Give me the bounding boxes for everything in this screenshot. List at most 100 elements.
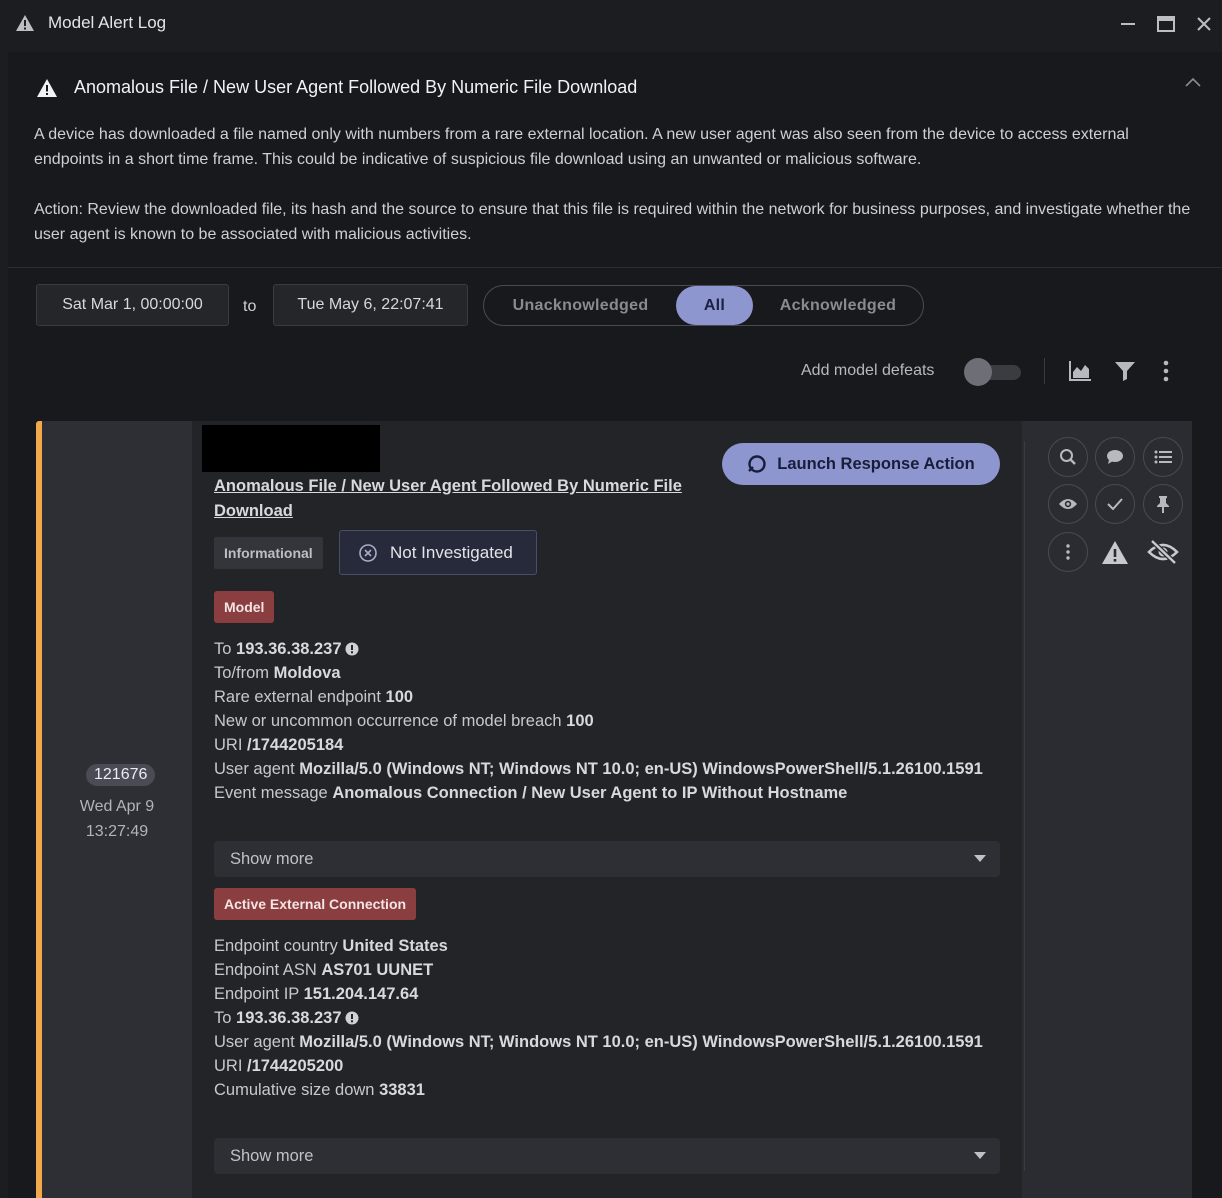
detail-row: To 193.36.38.237	[214, 637, 1004, 661]
more-vertical-icon	[1163, 360, 1169, 382]
active-external-connection-tag: Active External Connection	[214, 888, 417, 920]
alert-actions	[1022, 421, 1192, 1198]
alert-card: 121676 Wed Apr 9 13:27:49 Anomalous File…	[36, 421, 1192, 1198]
detail-value: Mozilla/5.0 (Windows NT; Windows NT 10.0…	[299, 760, 983, 778]
model-details: To 193.36.38.237 To/from Moldova Rare ex…	[214, 637, 1004, 805]
filter-icon	[1114, 361, 1136, 381]
warning-triangle-icon	[1101, 540, 1129, 565]
category-tag: Informational	[214, 537, 323, 569]
detail-label: To	[214, 1009, 237, 1027]
acknowledge-button[interactable]	[1095, 484, 1135, 524]
model-title: Anomalous File / New User Agent Followed…	[74, 77, 638, 97]
detail-value: /1744205200	[247, 1057, 344, 1075]
add-model-defeats-toggle[interactable]	[964, 358, 1021, 386]
warning-triangle-icon	[36, 78, 58, 98]
minimize-button[interactable]	[1116, 12, 1140, 36]
detail-row: New or uncommon occurrence of model brea…	[214, 709, 1004, 733]
alert-id-badge[interactable]: 121676	[86, 764, 156, 786]
alert-title-link[interactable]: Anomalous File / New User Agent Followed…	[214, 474, 714, 524]
list-icon	[1154, 450, 1172, 464]
caret-down-icon	[974, 1152, 986, 1160]
collapse-button[interactable]	[1184, 76, 1202, 88]
detail-label: Cumulative size down	[214, 1081, 380, 1099]
hide-alert-button[interactable]	[1143, 532, 1183, 572]
info-icon[interactable]	[345, 642, 359, 656]
show-more-button-2[interactable]: Show more	[214, 1138, 1000, 1174]
pin-icon	[1156, 495, 1170, 513]
detail-row: User agent Mozilla/5.0 (Windows NT; Wind…	[214, 1030, 1004, 1054]
launch-response-action-button[interactable]: Launch Response Action	[722, 443, 1000, 485]
from-date-input[interactable]: Sat Mar 1, 00:00:00	[36, 284, 229, 326]
model-tag: Model	[214, 591, 275, 623]
detail-label: New or uncommon occurrence of model brea…	[214, 712, 567, 730]
detail-value: 151.204.147.64	[303, 985, 419, 1003]
detail-row: Endpoint IP 151.204.147.64	[214, 982, 1004, 1006]
to-date-input[interactable]: Tue May 6, 22:07:41	[273, 284, 468, 326]
detail-value: 100	[566, 712, 594, 730]
search-button[interactable]	[1048, 437, 1088, 477]
window-title: Model Alert Log	[48, 13, 167, 32]
detail-row: URI /1744205184	[214, 733, 1004, 757]
response-action-icon	[747, 454, 767, 474]
detail-label: Event message	[214, 784, 333, 802]
divider	[1024, 441, 1025, 1171]
watch-button[interactable]	[1048, 484, 1088, 524]
detail-value: /1744205184	[247, 736, 344, 754]
investigation-status-label: Not Investigated	[390, 542, 513, 562]
detail-row: Cumulative size down 33831	[214, 1078, 1004, 1102]
detail-label: URI	[214, 736, 247, 754]
detail-row: User agent Mozilla/5.0 (Windows NT; Wind…	[214, 757, 1004, 781]
segment-all[interactable]: All	[676, 286, 753, 325]
maximize-button[interactable]	[1154, 12, 1178, 36]
eye-icon	[1058, 497, 1078, 511]
filter-button[interactable]	[1112, 358, 1138, 384]
close-icon	[1197, 17, 1211, 31]
segment-unacknowledged[interactable]: Unacknowledged	[484, 286, 677, 325]
toggle-knob	[964, 358, 992, 386]
show-more-button[interactable]: Show more	[214, 841, 1000, 877]
show-more-label: Show more	[230, 849, 314, 868]
more-actions-button[interactable]	[1048, 532, 1088, 572]
model-description: A device has downloaded a file named onl…	[34, 126, 1129, 168]
detail-row: To/from Moldova	[214, 661, 1004, 685]
search-icon	[1059, 448, 1077, 466]
close-button[interactable]	[1192, 12, 1216, 36]
detail-row: URI /1744205200	[214, 1054, 1004, 1078]
detail-value[interactable]: 193.36.38.237	[236, 640, 342, 658]
comment-button[interactable]	[1095, 437, 1135, 477]
more-options-button[interactable]	[1153, 358, 1179, 384]
info-icon[interactable]	[345, 1011, 359, 1025]
model-action: Action: Review the downloaded file, its …	[34, 201, 1191, 243]
detail-row: Event message Anomalous Connection / New…	[214, 781, 1004, 805]
redacted-device-name	[202, 425, 380, 472]
detail-label: Rare external endpoint	[214, 688, 386, 706]
warning-triangle-icon	[15, 14, 35, 32]
show-more-label: Show more	[230, 1146, 314, 1165]
investigation-status-button[interactable]: Not Investigated	[339, 530, 537, 575]
caret-down-icon	[974, 855, 986, 863]
chart-button[interactable]	[1067, 358, 1093, 384]
add-model-defeats-label: Add model defeats	[801, 362, 935, 379]
detail-label: URI	[214, 1057, 247, 1075]
model-alert-button[interactable]	[1095, 532, 1135, 572]
minimize-icon	[1120, 16, 1136, 32]
model-description-box: Anomalous File / New User Agent Followed…	[8, 52, 1222, 268]
segment-acknowledged[interactable]: Acknowledged	[753, 286, 923, 325]
detail-label: Endpoint IP	[214, 985, 304, 1003]
chevron-up-icon	[1184, 76, 1202, 88]
connection-details: Endpoint country United States Endpoint …	[214, 934, 1004, 1102]
detail-label: Endpoint country	[214, 937, 343, 955]
acknowledgement-filter: Unacknowledged All Acknowledged	[483, 285, 924, 326]
list-button[interactable]	[1143, 437, 1183, 477]
model-header: Anomalous File / New User Agent Followed…	[36, 77, 637, 98]
alert-meta: 121676 Wed Apr 9 13:27:49	[42, 421, 192, 1198]
detail-label: Endpoint ASN	[214, 961, 322, 979]
checkmark-icon	[1107, 498, 1123, 510]
detail-row: Endpoint country United States	[214, 934, 1004, 958]
alert-body: Anomalous File / New User Agent Followed…	[192, 421, 1022, 1198]
pin-button[interactable]	[1143, 484, 1183, 524]
area-chart-icon	[1068, 360, 1092, 382]
title-bar: Model Alert Log	[0, 0, 1222, 48]
detail-value[interactable]: 193.36.38.237	[236, 1009, 342, 1027]
detail-label: User agent	[214, 760, 300, 778]
